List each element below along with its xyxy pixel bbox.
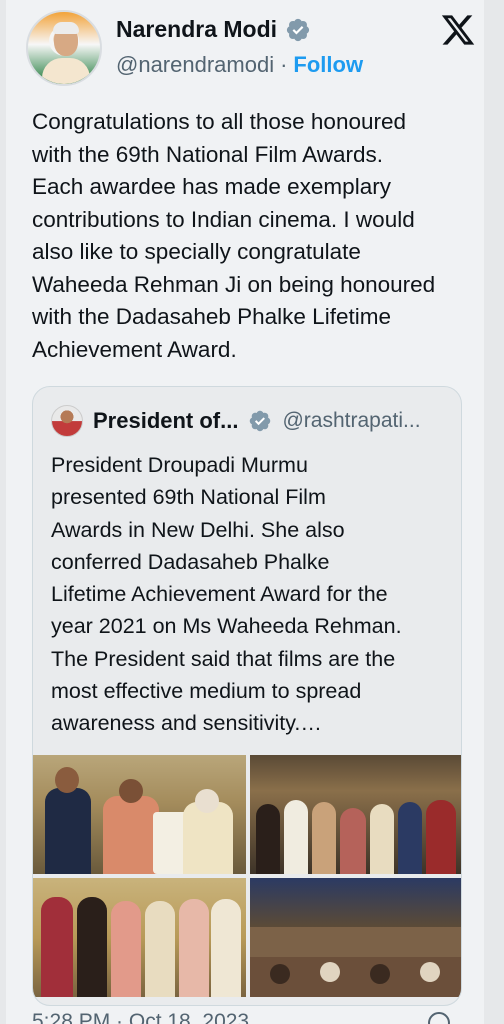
author-handle[interactable]: @narendramodi (116, 52, 274, 78)
verified-badge-icon (250, 410, 271, 432)
author-handle-row: @narendramodi · Follow (116, 52, 363, 78)
photo-awardees-row[interactable] (33, 878, 246, 997)
handle-separator: · (280, 52, 288, 77)
author-avatar[interactable] (26, 10, 102, 86)
info-icon[interactable] (428, 1012, 450, 1024)
quoted-tweet-text: President Droupadi Murmu presented 69th … (51, 453, 402, 736)
tweet-timestamp[interactable]: 5:28 PM · Oct 18, 2023 (32, 1010, 249, 1024)
tweet-text: Congratulations to all those honoured wi… (32, 109, 436, 362)
photo-audience-hall[interactable] (250, 878, 461, 997)
tweet-card: Narendra Modi @narendramodi · Follow Con… (6, 0, 484, 1024)
verified-badge-icon (286, 18, 310, 41)
author-name-row: Narendra Modi (116, 16, 311, 43)
author-name[interactable]: Narendra Modi (116, 16, 277, 43)
quoted-tweet-header: President of... @rashtrapati... (51, 405, 421, 437)
photo-grid (33, 755, 461, 997)
photo-group-stage[interactable] (250, 755, 461, 874)
quoted-tweet[interactable]: President of... @rashtrapati... Presiden… (32, 386, 462, 1006)
avatar-figure (42, 58, 90, 84)
quoted-author-handle: @rashtrapati... (282, 409, 421, 432)
photo-award-presentation[interactable] (33, 755, 246, 874)
quoted-author-avatar (51, 405, 83, 437)
tweet-header: Narendra Modi @narendramodi · Follow (26, 10, 476, 86)
follow-button[interactable]: Follow (293, 52, 363, 78)
x-logo-icon[interactable] (440, 12, 476, 48)
quoted-author-name: President of... (93, 408, 239, 433)
avatar-hair (53, 22, 79, 34)
